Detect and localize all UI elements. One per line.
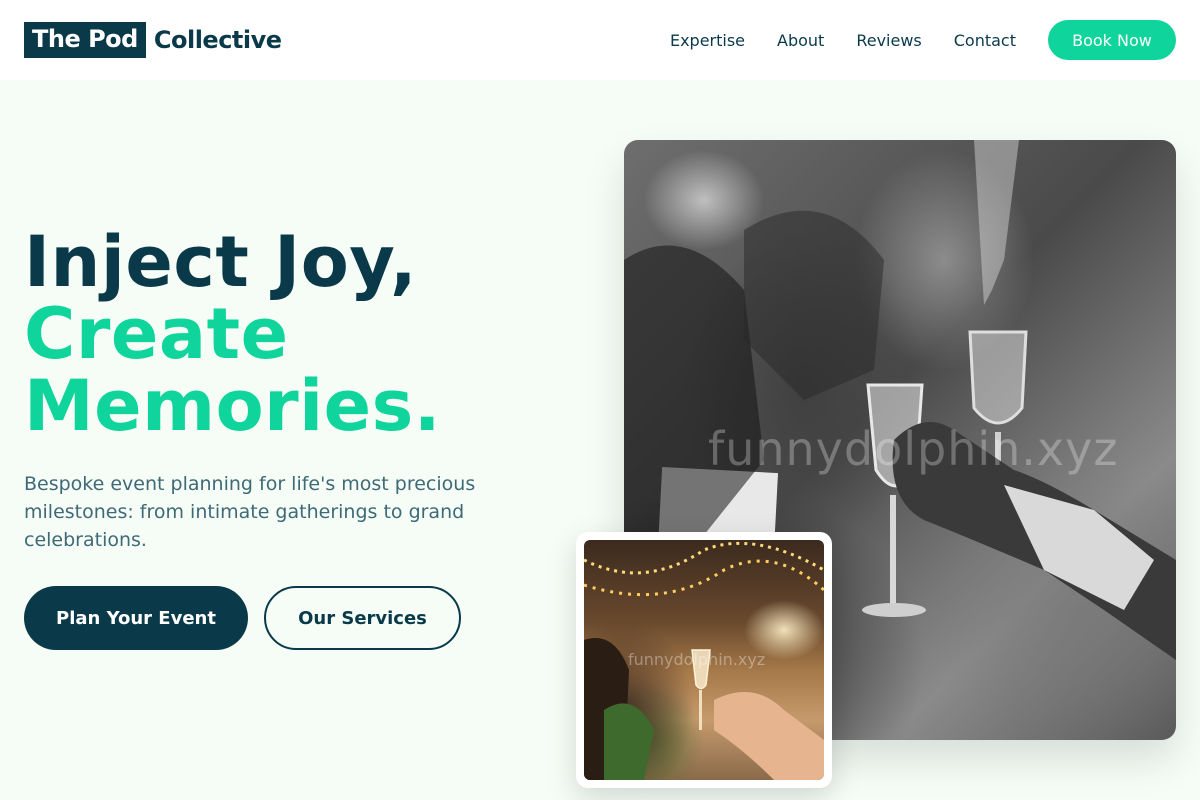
- nav-links: Expertise About Reviews Contact Book Now: [670, 20, 1176, 60]
- small-watermark-text: funnydolphin.xyz: [628, 650, 766, 669]
- hero-title-line-1: Inject Joy,: [24, 221, 418, 303]
- reception-photo: funnydolphin.xyz: [584, 540, 824, 780]
- logo-text: Collective: [153, 26, 282, 54]
- nav-link-contact[interactable]: Contact: [954, 31, 1016, 50]
- reception-photo-card: funnydolphin.xyz: [576, 532, 832, 788]
- logo-box-text: The Pod: [24, 22, 146, 58]
- hero-title-line-2: Create: [24, 293, 289, 375]
- brand-logo[interactable]: The Pod Collective: [24, 22, 282, 58]
- plan-your-event-button[interactable]: Plan Your Event: [24, 586, 248, 650]
- nav-link-about[interactable]: About: [777, 31, 824, 50]
- nav-link-reviews[interactable]: Reviews: [856, 31, 921, 50]
- hero-title-line-3: Memories.: [24, 365, 441, 447]
- book-now-button[interactable]: Book Now: [1048, 20, 1176, 60]
- our-services-button[interactable]: Our Services: [264, 586, 461, 650]
- nav-link-expertise[interactable]: Expertise: [670, 31, 745, 50]
- hero-subtitle: Bespoke event planning for life's most p…: [24, 473, 476, 551]
- top-navigation: The Pod Collective Expertise About Revie…: [0, 0, 1200, 80]
- watermark-text: funnydolphin.xyz: [708, 422, 1119, 476]
- hero-title: Inject Joy, Create Memories.: [24, 226, 441, 442]
